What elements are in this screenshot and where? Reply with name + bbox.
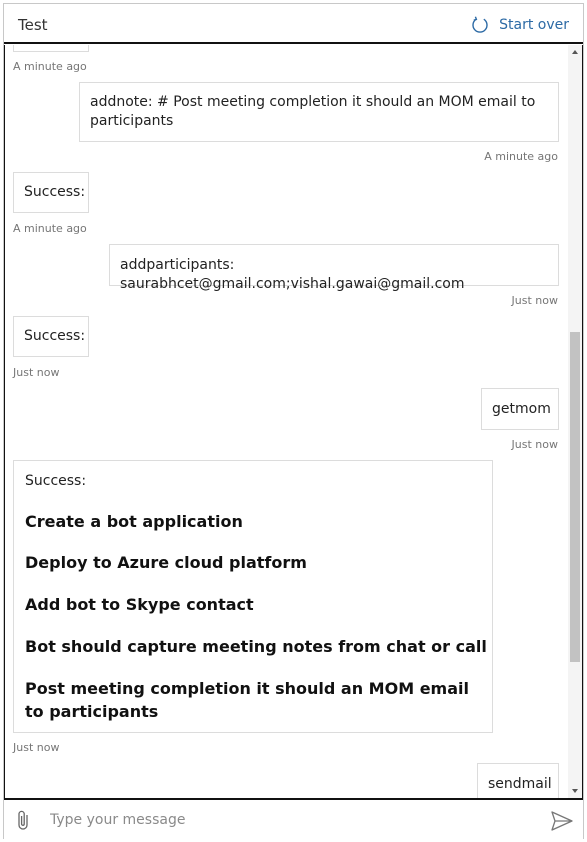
- user-message: sendmail: [477, 763, 559, 798]
- message-text: sendmail: [488, 776, 552, 792]
- bot-message: Success:: [13, 172, 89, 213]
- message-input[interactable]: [50, 807, 530, 833]
- header: Test Start over: [4, 4, 583, 44]
- mom-item: Create a bot application: [25, 512, 243, 531]
- start-over-label: Start over: [499, 17, 569, 33]
- message-text: Success:: [24, 184, 86, 200]
- message-text: addnote: # Post meeting completion it sh…: [90, 94, 536, 129]
- mom-item: Deploy to Azure cloud platform: [25, 553, 307, 572]
- message-timestamp: Just now: [13, 741, 60, 754]
- paperclip-icon[interactable]: [14, 810, 34, 832]
- user-message: addparticipants: saurabhcet@gmail.com;vi…: [109, 244, 559, 292]
- scroll-up-icon[interactable]: [568, 45, 582, 59]
- message-text: Success:: [24, 328, 86, 344]
- message-list[interactable]: A minute ago addnote: # Post meeting com…: [4, 45, 583, 800]
- message-timestamp: A minute ago: [484, 150, 558, 163]
- mom-item: Add bot to Skype contact: [25, 595, 254, 614]
- message-text: addparticipants: saurabhcet@gmail.com;vi…: [120, 257, 465, 292]
- composer: [4, 801, 583, 839]
- message-text: getmom: [492, 401, 551, 417]
- message-timestamp: Just now: [511, 438, 558, 451]
- start-over-button[interactable]: Start over: [471, 14, 569, 36]
- send-icon[interactable]: [551, 811, 573, 831]
- chat-window: Test Start over A minute ago addnote: # …: [3, 3, 584, 839]
- bot-message: Success: Create a bot application Deploy…: [13, 460, 493, 733]
- scrollbar[interactable]: [568, 45, 582, 798]
- bot-message: Success:: [13, 316, 89, 357]
- user-message: addnote: # Post meeting completion it sh…: [79, 82, 559, 142]
- mom-item: Bot should capture meeting notes from ch…: [25, 637, 487, 656]
- message-timestamp: Just now: [13, 366, 60, 379]
- refresh-icon: [472, 16, 488, 33]
- message-timestamp: A minute ago: [13, 60, 87, 73]
- user-message: getmom: [481, 388, 559, 430]
- header-title: Test: [18, 16, 48, 34]
- message-text: Success:: [25, 473, 87, 489]
- bot-message: [13, 45, 89, 52]
- scroll-thumb[interactable]: [570, 332, 580, 662]
- mom-item: Post meeting completion it should an MOM…: [25, 679, 469, 721]
- message-timestamp: A minute ago: [13, 222, 87, 235]
- message-timestamp: Just now: [511, 294, 558, 307]
- scroll-down-icon[interactable]: [568, 784, 582, 798]
